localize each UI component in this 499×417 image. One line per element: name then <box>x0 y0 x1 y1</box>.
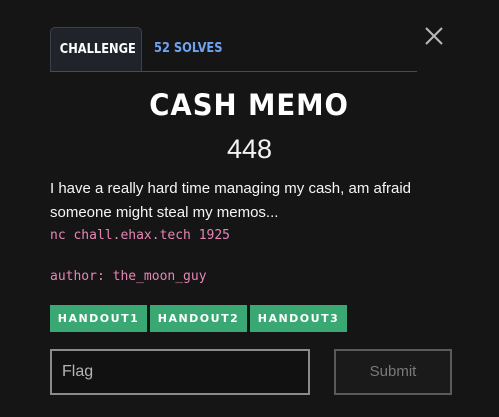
tab-challenge[interactable]: CHALLENGE <box>50 27 142 71</box>
challenge-points: 448 <box>226 134 273 164</box>
tab-solves[interactable]: 52 SOLVES <box>154 27 223 71</box>
close-icon <box>425 27 443 45</box>
author-line: author: the_moon_guy <box>50 269 207 284</box>
connection-command: nc chall.ehax.tech 1925 <box>50 228 231 243</box>
handout1-button[interactable]: HANDOUT1 <box>50 305 147 332</box>
tab-challenge-label: CHALLENGE <box>59 42 136 57</box>
handout3-button[interactable]: HANDOUT3 <box>250 305 347 332</box>
handout2-button[interactable]: HANDOUT2 <box>150 305 247 332</box>
submit-button[interactable]: Submit <box>334 349 452 395</box>
modal-tabs: CHALLENGE 52 SOLVES <box>50 27 417 72</box>
flag-input[interactable] <box>50 349 310 395</box>
close-button[interactable] <box>422 24 446 48</box>
challenge-title: CASH MEMO <box>0 88 499 122</box>
challenge-title-text: CASH MEMO <box>149 88 350 122</box>
challenge-description: I have a really hard time managing my ca… <box>50 180 412 221</box>
